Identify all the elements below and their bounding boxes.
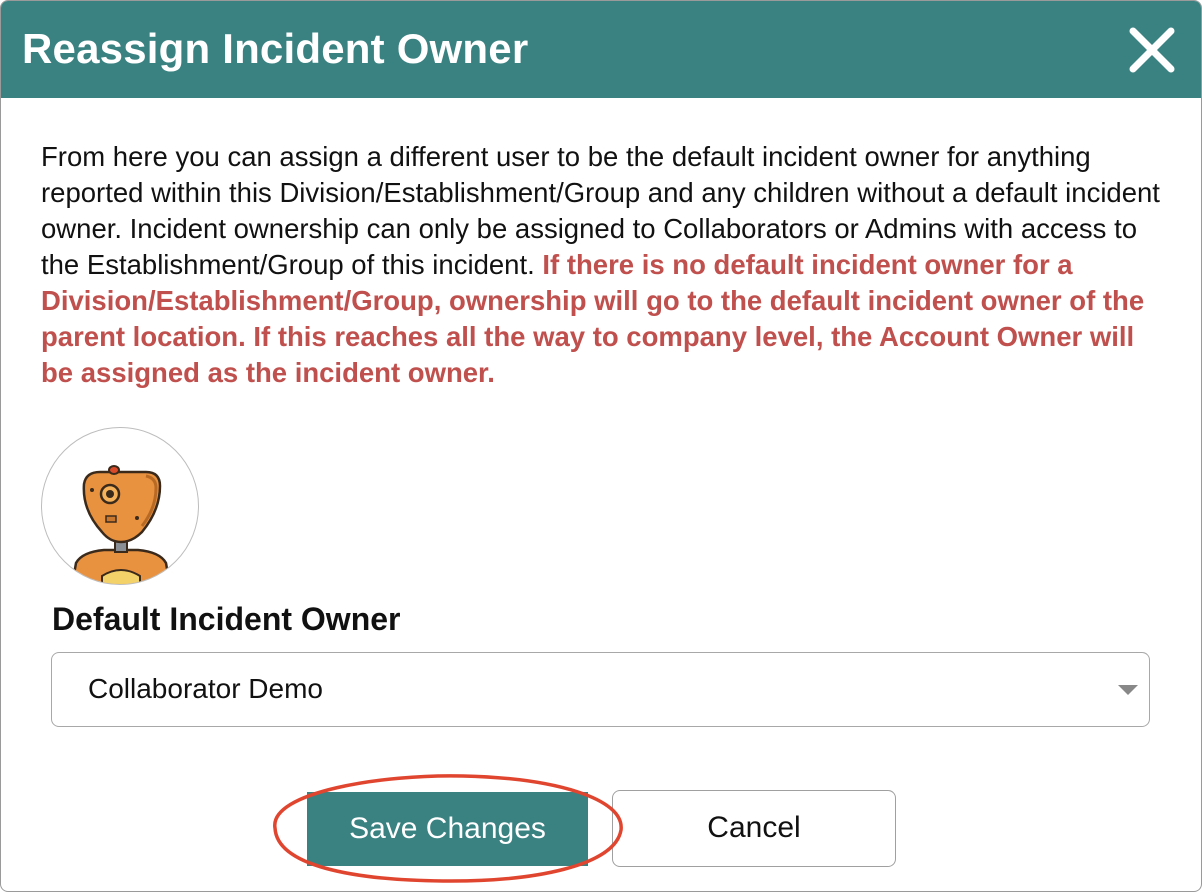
default-owner-label: Default Incident Owner bbox=[52, 601, 401, 637]
selected-owner-value: Collaborator Demo bbox=[88, 673, 323, 704]
reassign-owner-dialog: Reassign Incident Owner From here you ca… bbox=[0, 0, 1202, 892]
dialog-header: Reassign Incident Owner bbox=[1, 1, 1201, 98]
chevron-down-icon bbox=[1118, 685, 1138, 695]
dialog-title: Reassign Incident Owner bbox=[22, 25, 529, 72]
robot-avatar-icon bbox=[41, 427, 199, 585]
close-icon[interactable] bbox=[1125, 23, 1179, 77]
save-changes-button[interactable]: Save Changes bbox=[307, 792, 588, 866]
default-owner-select[interactable]: Collaborator Demo bbox=[51, 652, 1150, 727]
cancel-button[interactable]: Cancel bbox=[612, 790, 896, 867]
dialog-description: From here you can assign a different use… bbox=[41, 139, 1166, 391]
